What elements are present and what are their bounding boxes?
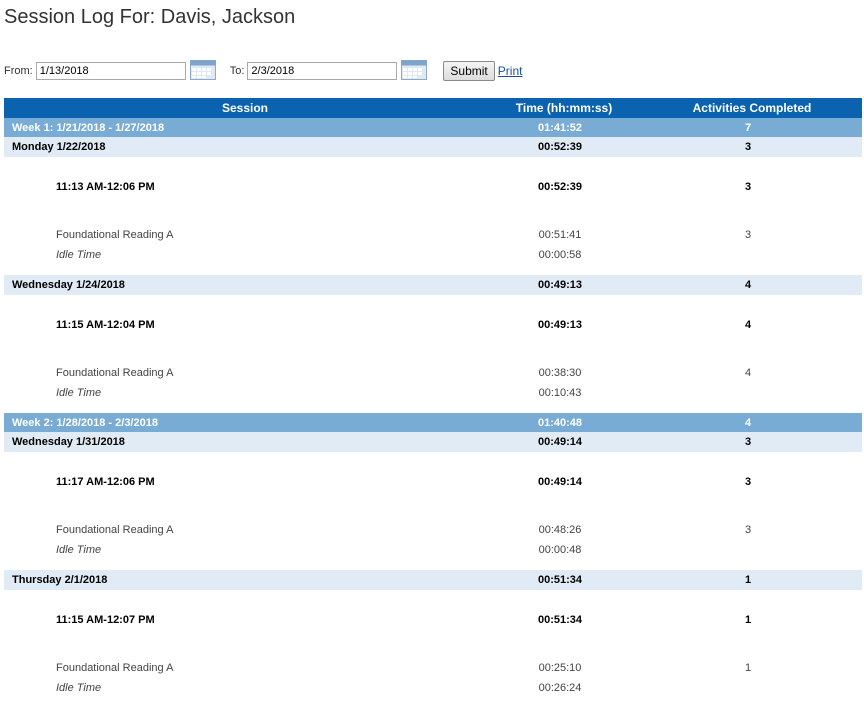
activity-count: 1: [744, 662, 752, 674]
activity-label: Foundational Reading A: [56, 229, 174, 241]
day-row: Wednesday 1/24/2018 00:49:13 4: [4, 275, 862, 295]
week-row: Week 2: 1/28/2018 - 2/3/2018 01:40:48 4: [4, 413, 862, 432]
day-time: 00:49:13: [486, 275, 634, 295]
activity-time: 00:38:30: [538, 367, 582, 379]
session-activities: 3: [744, 476, 752, 488]
week-time: 01:41:52: [486, 118, 634, 137]
idle-label: Idle Time: [56, 387, 102, 399]
day-time: 00:51:34: [486, 570, 634, 590]
day-row: Thursday 2/1/2018 00:51:34 1: [4, 570, 862, 590]
day-time: 00:52:39: [486, 137, 634, 157]
week-label: Week 1: 1/21/2018 - 1/27/2018: [4, 118, 486, 137]
print-link[interactable]: Print: [498, 64, 523, 78]
idle-row: Idle Time 00:26:24: [4, 678, 862, 708]
day-row: Monday 1/22/2018 00:52:39 3: [4, 137, 862, 157]
day-activities: 4: [634, 275, 862, 295]
idle-label: Idle Time: [56, 249, 102, 261]
to-label: To:: [229, 65, 245, 77]
session-activities: 4: [744, 319, 752, 331]
session-label: 11:15 AM-12:07 PM: [56, 614, 155, 626]
activity-count: 3: [744, 524, 752, 536]
from-date-input[interactable]: [35, 62, 186, 80]
to-date-input[interactable]: [247, 62, 398, 80]
activity-count: 4: [744, 367, 752, 379]
day-activities: 3: [634, 432, 862, 452]
idle-time: 00:10:43: [538, 387, 582, 399]
session-row: 11:15 AM-12:07 PM 00:51:34 1: [4, 590, 862, 650]
activity-row: Foundational Reading A 00:25:10 1: [4, 650, 862, 678]
day-label: Wednesday 1/31/2018: [4, 432, 486, 452]
day-label: Thursday 2/1/2018: [4, 570, 486, 590]
day-label: Monday 1/22/2018: [4, 137, 486, 157]
day-time: 00:49:14: [486, 432, 634, 452]
page-title: Session Log For: Davis, Jackson: [4, 6, 296, 28]
session-row: 11:17 AM-12:06 PM 00:49:14 3: [4, 452, 862, 512]
session-time: 00:52:39: [537, 181, 583, 193]
activity-count: 3: [744, 229, 752, 241]
idle-empty: [634, 540, 862, 570]
week-row: Week 1: 1/21/2018 - 1/27/2018 01:41:52 7: [4, 118, 862, 137]
day-label: Wednesday 1/24/2018: [4, 275, 486, 295]
idle-label: Idle Time: [56, 544, 102, 556]
session-label: 11:15 AM-12:04 PM: [56, 319, 155, 331]
table-header-row: Session Time (hh:mm:ss) Activities Compl…: [4, 98, 862, 118]
date-filter-bar: From: To: Submit Print: [4, 60, 522, 82]
day-activities: 3: [634, 137, 862, 157]
session-row: 11:13 AM-12:06 PM 00:52:39 3: [4, 157, 862, 217]
idle-time: 00:00:48: [538, 544, 582, 556]
week-activities: 4: [634, 413, 862, 432]
day-row: Wednesday 1/31/2018 00:49:14 3: [4, 432, 862, 452]
activity-label: Foundational Reading A: [56, 662, 174, 674]
week-label: Week 2: 1/28/2018 - 2/3/2018: [4, 413, 486, 432]
submit-button[interactable]: Submit: [443, 61, 495, 81]
week-activities: 7: [634, 118, 862, 137]
idle-row: Idle Time 00:00:58: [4, 245, 862, 275]
activity-row: Foundational Reading A 00:38:30 4: [4, 355, 862, 383]
activity-time: 00:25:10: [538, 662, 582, 674]
activity-label: Foundational Reading A: [56, 524, 174, 536]
idle-time: 00:00:58: [538, 249, 582, 261]
idle-time: 00:26:24: [538, 682, 582, 694]
activity-time: 00:48:26: [538, 524, 582, 536]
header-time: Time (hh:mm:ss): [486, 98, 634, 118]
from-label: From:: [4, 65, 33, 77]
idle-label: Idle Time: [56, 682, 102, 694]
session-label: 11:17 AM-12:06 PM: [56, 476, 155, 488]
calendar-icon[interactable]: [189, 60, 216, 80]
session-row: 11:15 AM-12:04 PM 00:49:13 4: [4, 295, 862, 355]
idle-empty: [634, 383, 862, 413]
session-time: 00:51:34: [537, 614, 583, 626]
session-time: 00:49:13: [537, 319, 583, 331]
session-activities: 1: [744, 614, 752, 626]
header-activities: Activities Completed: [634, 98, 862, 118]
activity-row: Foundational Reading A 00:51:41 3: [4, 217, 862, 245]
activity-time: 00:51:41: [538, 229, 582, 241]
activity-label: Foundational Reading A: [56, 367, 174, 379]
day-activities: 1: [634, 570, 862, 590]
session-activities: 3: [744, 181, 752, 193]
calendar-icon[interactable]: [401, 60, 428, 80]
idle-row: Idle Time 00:10:43: [4, 383, 862, 413]
activity-row: Foundational Reading A 00:48:26 3: [4, 512, 862, 540]
session-label: 11:13 AM-12:06 PM: [56, 181, 155, 193]
idle-empty: [634, 678, 862, 708]
session-time: 00:49:14: [537, 476, 583, 488]
session-log-table: Session Time (hh:mm:ss) Activities Compl…: [4, 98, 862, 708]
idle-empty: [634, 245, 862, 275]
header-session: Session: [4, 98, 486, 118]
idle-row: Idle Time 00:00:48: [4, 540, 862, 570]
week-time: 01:40:48: [486, 413, 634, 432]
